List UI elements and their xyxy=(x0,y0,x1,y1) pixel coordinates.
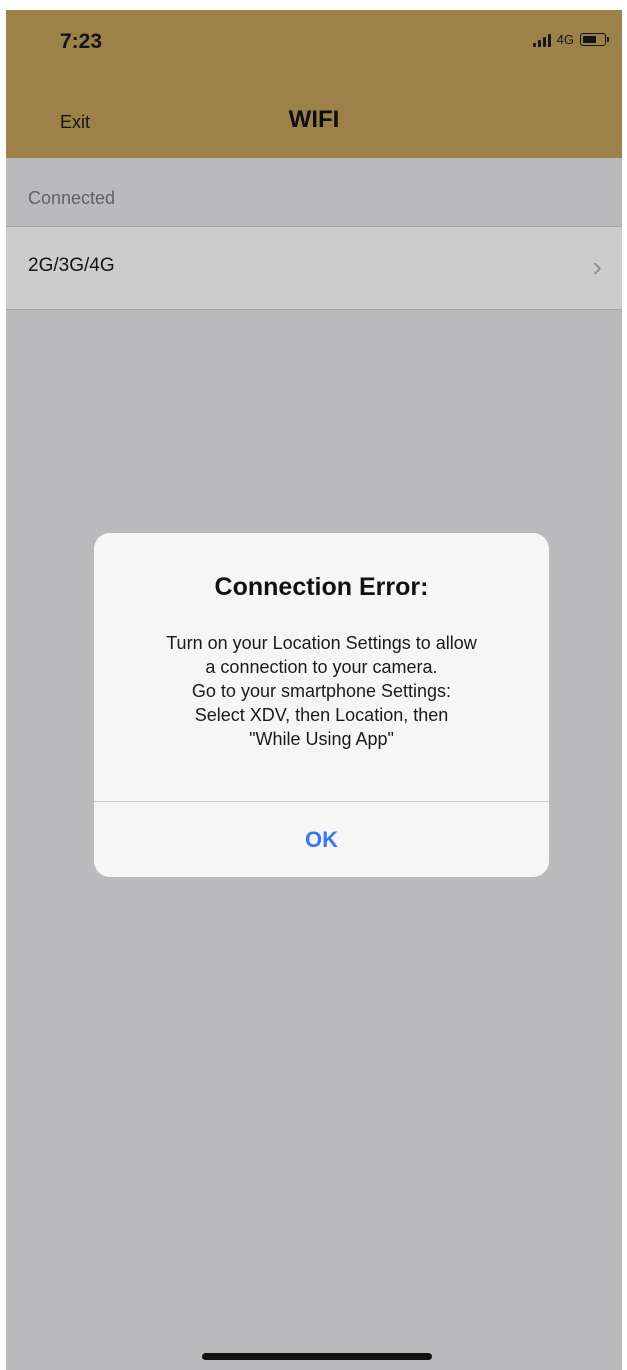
alert-message-line: Go to your smartphone Settings: xyxy=(191,681,452,701)
alert-message-line: Select XDV, then Location, then xyxy=(194,705,449,725)
alert-title: Connection Error: xyxy=(214,573,429,601)
home-indicator[interactable] xyxy=(202,1353,432,1360)
alert-message-line: Turn on your Location Settings to allow xyxy=(166,633,477,653)
alert-message-line: a connection to your camera. xyxy=(205,657,438,677)
phone-screen: 7:23 4G Exit WIFI Connected 2G/3G/4G › C… xyxy=(6,10,622,1370)
connection-error-alert: Connection Error: Turn on your Location … xyxy=(94,533,549,877)
alert-message: Turn on your Location Settings to allow … xyxy=(114,631,529,751)
alert-message-line: "While Using App" xyxy=(249,729,394,749)
ok-button[interactable]: OK xyxy=(94,802,549,877)
